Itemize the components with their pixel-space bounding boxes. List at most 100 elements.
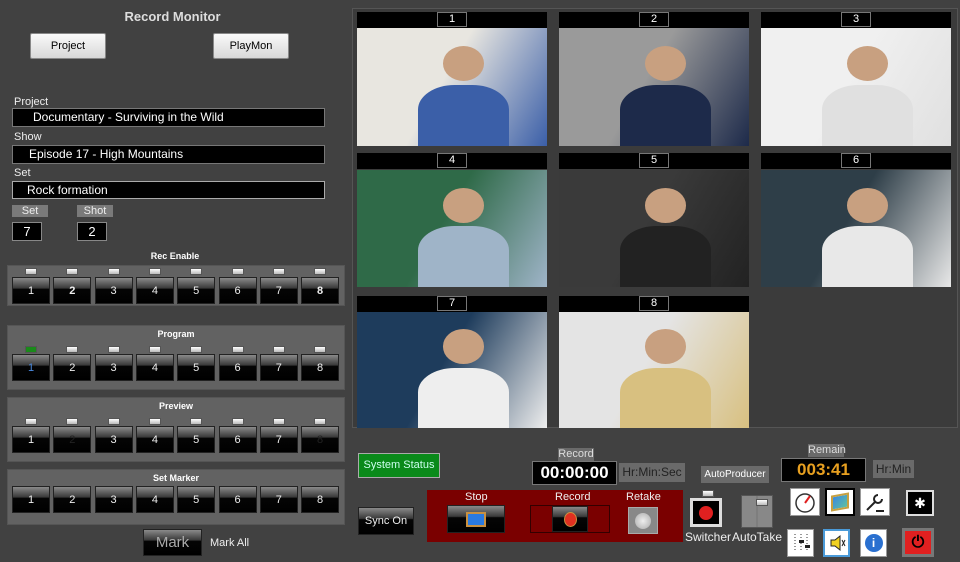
rec-enable-led-6 <box>231 268 244 275</box>
autotake-button[interactable] <box>741 495 773 528</box>
display-button[interactable] <box>825 488 855 516</box>
person-body-image <box>417 226 509 287</box>
playmon-button[interactable]: PlayMon <box>213 33 289 59</box>
sync-on-button[interactable]: Sync On <box>358 507 414 535</box>
project-button[interactable]: Project <box>30 33 106 59</box>
preview-led-5 <box>190 418 203 425</box>
stop-button[interactable] <box>447 505 505 533</box>
program-led-3 <box>107 346 120 353</box>
rec-enable-led-3 <box>107 268 120 275</box>
rec-enable-panel: 12345678 <box>7 265 345 306</box>
record-icon <box>552 506 588 532</box>
person-head-image <box>442 45 485 82</box>
set-marker-button-1[interactable]: 1 <box>12 486 50 513</box>
rec-enable-button-1[interactable]: 1 <box>12 277 50 304</box>
camera-feed-7[interactable] <box>357 312 547 428</box>
project-field[interactable]: Documentary - Surviving in the Wild <box>12 108 325 127</box>
set-marker-button-6[interactable]: 6 <box>218 486 257 513</box>
camera-feed-4[interactable] <box>357 170 547 287</box>
program-button-7[interactable]: 7 <box>259 354 298 381</box>
app-title: Record Monitor <box>124 9 221 24</box>
program-button-1[interactable]: 1 <box>12 354 50 381</box>
person-body-image <box>821 84 913 146</box>
preview-led-2 <box>66 418 79 425</box>
set-marker-button-3[interactable]: 3 <box>94 486 133 513</box>
switcher-button[interactable] <box>690 498 722 527</box>
monitor-label-bar-2: 2 <box>559 12 749 28</box>
rec-enable-button-8[interactable]: 8 <box>301 277 340 304</box>
program-button-5[interactable]: 5 <box>177 354 216 381</box>
monitor-label-bar-3: 3 <box>761 12 951 28</box>
program-button-3[interactable]: 3 <box>94 354 133 381</box>
preview-button-7[interactable]: 7 <box>259 426 298 453</box>
set-field[interactable]: Rock formation <box>12 181 325 199</box>
set-marker-button-7[interactable]: 7 <box>259 486 298 513</box>
tools-button[interactable] <box>860 488 890 516</box>
show-field[interactable]: Episode 17 - High Mountains <box>12 145 325 164</box>
program-led-6 <box>231 346 244 353</box>
monitor-number: 8 <box>639 296 669 311</box>
switcher-led <box>702 490 714 497</box>
rec-enable-led-4 <box>148 268 161 275</box>
person-head-image <box>846 45 889 82</box>
program-button-4[interactable]: 4 <box>135 354 174 381</box>
retake-button[interactable] <box>628 507 658 534</box>
preview-button-4[interactable]: 4 <box>135 426 174 453</box>
system-status-button[interactable]: System Status <box>358 453 440 478</box>
shot-number[interactable]: 2 <box>77 222 107 241</box>
person-body-image <box>821 226 913 287</box>
autotake-led <box>756 499 768 506</box>
audio-button[interactable] <box>823 529 850 557</box>
timer-button[interactable] <box>790 488 820 516</box>
preview-button-1[interactable]: 1 <box>12 426 50 453</box>
record-label: Record <box>555 491 591 503</box>
mixer-button[interactable] <box>787 529 814 557</box>
set-marker-button-8[interactable]: 8 <box>301 486 340 513</box>
mark-button[interactable]: Mark <box>143 529 202 556</box>
power-button[interactable]: ⏻ <box>902 528 934 557</box>
rec-enable-led-1 <box>25 268 37 275</box>
record-timer-unit: Hr:Min:Sec <box>619 463 685 482</box>
project-label: Project <box>14 96 49 108</box>
rec-enable-button-2[interactable]: 2 <box>53 277 92 304</box>
settings-button[interactable]: ✱ <box>906 490 934 516</box>
wrench-icon <box>866 494 884 512</box>
camera-feed-1[interactable] <box>357 28 547 146</box>
program-button-6[interactable]: 6 <box>218 354 257 381</box>
preview-led-8 <box>314 418 327 425</box>
preview-button-6[interactable]: 6 <box>218 426 257 453</box>
camera-feed-5[interactable] <box>559 170 749 287</box>
set-marker-button-4[interactable]: 4 <box>135 486 174 513</box>
set-marker-button-2[interactable]: 2 <box>53 486 92 513</box>
rec-enable-button-7[interactable]: 7 <box>259 277 298 304</box>
retake-icon <box>635 512 651 529</box>
rec-enable-button-4[interactable]: 4 <box>135 277 174 304</box>
preview-button-5[interactable]: 5 <box>177 426 216 453</box>
camera-feed-6[interactable] <box>761 170 951 287</box>
camera-feed-2[interactable] <box>559 28 749 146</box>
stop-icon <box>466 511 486 527</box>
monitor-label-bar-4: 4 <box>357 153 547 169</box>
camera-feed-8[interactable] <box>559 312 749 428</box>
monitor-icon <box>831 492 849 512</box>
preview-button-2[interactable]: 2 <box>53 426 92 453</box>
set-marker-button-5[interactable]: 5 <box>177 486 216 513</box>
preview-button-8[interactable]: 8 <box>301 426 340 453</box>
remain-timer: 003:41 <box>781 458 866 482</box>
set-number[interactable]: 7 <box>12 222 42 241</box>
monitor-number: 5 <box>639 153 669 168</box>
record-dot-icon <box>699 505 713 520</box>
record-button[interactable] <box>530 505 610 533</box>
preview-led-3 <box>107 418 120 425</box>
rec-enable-button-5[interactable]: 5 <box>177 277 216 304</box>
preview-panel: Preview 1 2 3 4 5 6 7 8 <box>7 397 345 462</box>
program-button-8[interactable]: 8 <box>301 354 340 381</box>
preview-button-3[interactable]: 3 <box>94 426 133 453</box>
mark-all-label[interactable]: Mark All <box>210 537 249 549</box>
record-timer-label: Record <box>558 448 594 461</box>
rec-enable-button-3[interactable]: 3 <box>94 277 133 304</box>
info-button[interactable]: i <box>860 529 887 557</box>
program-button-2[interactable]: 2 <box>53 354 92 381</box>
rec-enable-button-6[interactable]: 6 <box>218 277 257 304</box>
camera-feed-3[interactable] <box>761 28 951 146</box>
